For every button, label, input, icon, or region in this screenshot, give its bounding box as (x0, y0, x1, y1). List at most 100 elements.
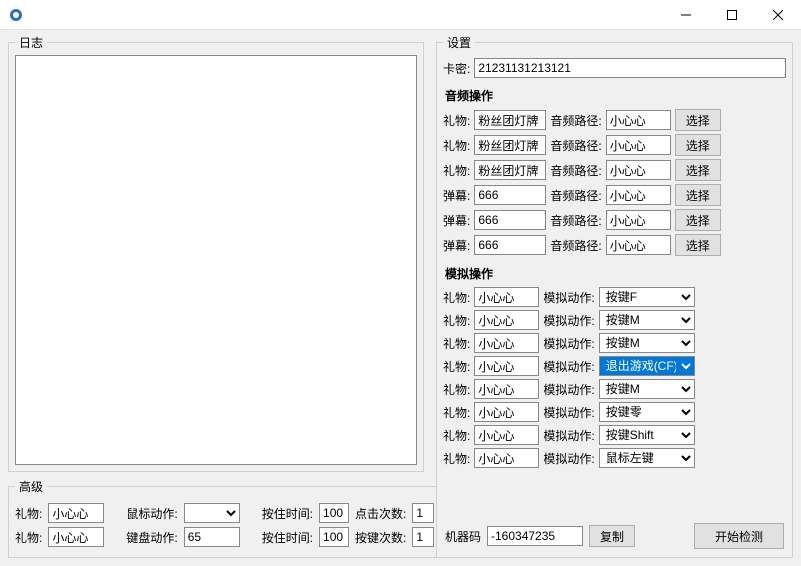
maximize-button[interactable] (709, 0, 755, 30)
audio-row-label1: 弹幕: (443, 237, 470, 254)
sim-row-input[interactable] (474, 402, 539, 422)
sim-row-label2: 模拟动作: (543, 335, 594, 352)
sim-row-input[interactable] (474, 356, 539, 376)
sim-row-select[interactable]: 退出游戏(CF) (599, 356, 695, 376)
sim-row-label1: 礼物: (443, 335, 470, 352)
sim-row-input[interactable] (474, 425, 539, 445)
minimize-button[interactable] (663, 0, 709, 30)
card-input[interactable] (474, 58, 786, 78)
audio-row-label1: 弹幕: (443, 187, 470, 204)
adv-keycount-label: 按键次数: (355, 529, 406, 546)
sim-row-label2: 模拟动作: (543, 358, 594, 375)
sim-row-select[interactable]: 按键M (599, 333, 695, 353)
audio-row-input1[interactable] (474, 235, 546, 255)
settings-group: 设置 卡密: 音频操作 礼物:音频路径:选择礼物:音频路径:选择礼物:音频路径:… (436, 34, 793, 558)
machine-code-input[interactable] (487, 526, 583, 546)
log-textarea[interactable] (15, 55, 417, 465)
audio-row: 弹幕:音频路径:选择 (443, 209, 786, 231)
sim-row-select[interactable]: 鼠标左键 (599, 448, 695, 468)
sim-row-select[interactable]: 按键零 (599, 402, 695, 422)
audio-row-label1: 礼物: (443, 112, 470, 129)
advanced-group: 高级 礼物: 鼠标动作: 按住时间: 点击次数: 礼物: 键盘动作: (8, 478, 441, 558)
audio-select-button[interactable]: 选择 (675, 159, 721, 181)
adv-hold2-input[interactable] (319, 527, 349, 547)
adv-hold2-label: 按住时间: (262, 529, 313, 546)
audio-row-input2[interactable] (606, 110, 671, 130)
adv-gift-input[interactable] (48, 503, 104, 523)
sim-row-select[interactable]: 按键M (599, 310, 695, 330)
sim-row-input[interactable] (474, 310, 539, 330)
audio-row-label1: 礼物: (443, 137, 470, 154)
audio-select-button[interactable]: 选择 (675, 209, 721, 231)
sim-row-select[interactable]: 按键Shift (599, 425, 695, 445)
audio-header: 音频操作 (445, 87, 786, 104)
adv-gift-label: 礼物: (15, 505, 42, 522)
adv-gift2-label: 礼物: (15, 529, 42, 546)
audio-row-label2: 音频路径: (550, 237, 601, 254)
sim-row-label1: 礼物: (443, 312, 470, 329)
audio-row-input1[interactable] (474, 185, 546, 205)
audio-row: 礼物: 音频路径: 选择 (443, 159, 786, 181)
sim-row-input[interactable] (474, 448, 539, 468)
adv-gift2-input[interactable] (48, 527, 104, 547)
sim-row: 礼物: 模拟动作: 按键零 (443, 402, 786, 422)
audio-row-label2: 音频路径: (550, 187, 601, 204)
sim-row-label2: 模拟动作: (543, 289, 594, 306)
sim-row-label1: 礼物: (443, 404, 470, 421)
sim-row-label1: 礼物: (443, 289, 470, 306)
audio-row-input1[interactable] (474, 210, 546, 230)
audio-row: 礼物: 音频路径: 选择 (443, 109, 786, 131)
audio-row-input1[interactable] (474, 135, 546, 155)
sim-row-label1: 礼物: (443, 358, 470, 375)
sim-row-label2: 模拟动作: (543, 312, 594, 329)
sim-row-label2: 模拟动作: (543, 427, 594, 444)
adv-click-label: 点击次数: (355, 505, 406, 522)
audio-row-input2[interactable] (606, 185, 671, 205)
card-label: 卡密: (443, 60, 470, 77)
audio-select-button[interactable]: 选择 (675, 184, 721, 206)
audio-row-input1[interactable] (474, 110, 546, 130)
machine-code-label: 机器码 (445, 528, 481, 545)
audio-row-label2: 音频路径: (550, 112, 601, 129)
audio-select-button[interactable]: 选择 (675, 134, 721, 156)
start-detect-button[interactable]: 开始检测 (694, 523, 784, 549)
settings-legend: 设置 (443, 34, 475, 51)
sim-row: 礼物: 模拟动作: 退出游戏(CF) (443, 356, 786, 376)
sim-row-label2: 模拟动作: (543, 381, 594, 398)
audio-row-label2: 音频路径: (550, 162, 601, 179)
audio-select-button[interactable]: 选择 (675, 109, 721, 131)
sim-row-label2: 模拟动作: (543, 404, 594, 421)
log-group: 日志 (8, 34, 424, 472)
sim-row-select[interactable]: 按键M (599, 379, 695, 399)
audio-row: 礼物: 音频路径: 选择 (443, 134, 786, 156)
sim-row-input[interactable] (474, 379, 539, 399)
adv-hold-label: 按住时间: (262, 505, 313, 522)
titlebar (0, 0, 801, 30)
sim-row: 礼物: 模拟动作: 按键M (443, 310, 786, 330)
adv-keycount-input[interactable] (412, 527, 434, 547)
log-legend: 日志 (15, 34, 47, 51)
audio-row-input2[interactable] (606, 235, 671, 255)
advanced-legend: 高级 (15, 478, 47, 495)
sim-row-label2: 模拟动作: (543, 450, 594, 467)
audio-row-label2: 音频路径: (550, 212, 601, 229)
app-icon (8, 7, 24, 23)
sim-row-input[interactable] (474, 333, 539, 353)
audio-select-button[interactable]: 选择 (675, 234, 721, 256)
audio-row-input2[interactable] (606, 210, 671, 230)
audio-row-label2: 音频路径: (550, 137, 601, 154)
sim-row-input[interactable] (474, 287, 539, 307)
audio-row-input2[interactable] (606, 135, 671, 155)
adv-hold-input[interactable] (319, 503, 349, 523)
sim-row-select[interactable]: 按键F (599, 287, 695, 307)
audio-row: 弹幕: 音频路径: 选择 (443, 234, 786, 256)
close-button[interactable] (755, 0, 801, 30)
audio-row-label1: 礼物: (443, 162, 470, 179)
audio-row-input2[interactable] (606, 160, 671, 180)
adv-click-input[interactable] (412, 503, 434, 523)
adv-mouse-select[interactable] (184, 503, 240, 523)
copy-button[interactable]: 复制 (589, 525, 635, 547)
adv-keyboard-input[interactable] (184, 527, 240, 547)
audio-row-input1[interactable] (474, 160, 546, 180)
audio-row: 弹幕: 音频路径: 选择 (443, 184, 786, 206)
